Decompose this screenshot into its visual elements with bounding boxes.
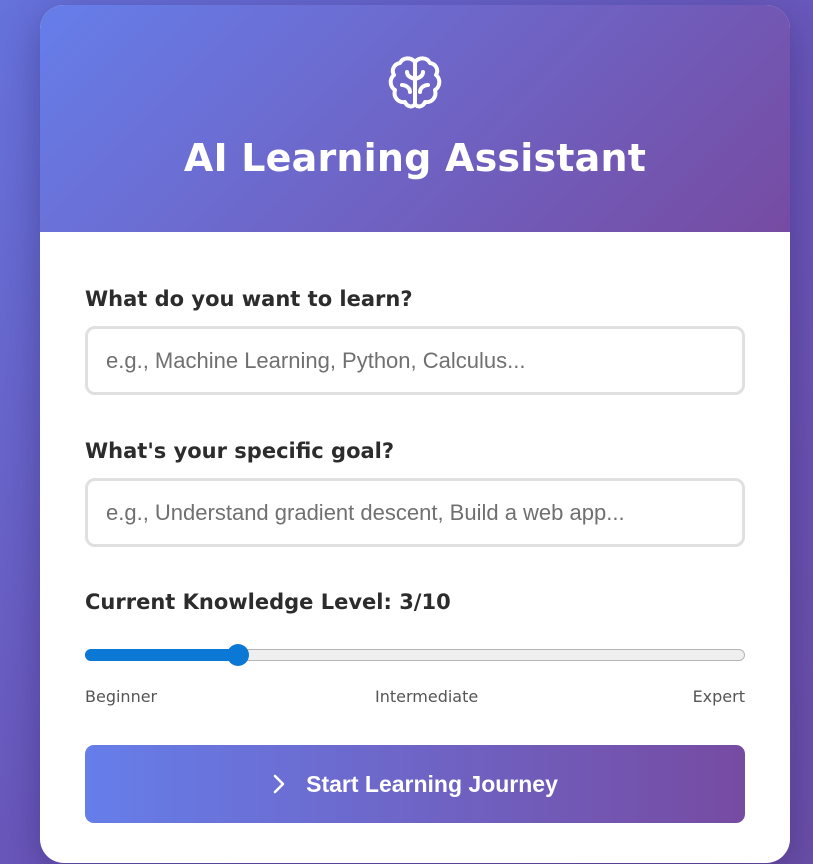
brain-icon xyxy=(385,52,445,112)
scale-label-expert: Expert xyxy=(692,687,745,706)
goal-input[interactable] xyxy=(85,478,745,547)
slider-thumb[interactable] xyxy=(226,644,249,666)
card-header: AI Learning Assistant xyxy=(40,5,790,232)
scale-label-intermediate: Intermediate xyxy=(375,687,479,706)
knowledge-level-slider[interactable] xyxy=(85,649,745,661)
topic-input[interactable] xyxy=(85,326,745,395)
scale-label-beginner: Beginner xyxy=(85,687,158,706)
slider-fill xyxy=(85,649,239,661)
app-title: AI Learning Assistant xyxy=(183,136,647,180)
learning-card: AI Learning Assistant What do you want t… xyxy=(40,5,790,863)
topic-label: What do you want to learn? xyxy=(85,287,413,311)
goal-label: What's your specific goal? xyxy=(85,439,395,463)
start-learning-button[interactable]: Start Learning Journey xyxy=(85,745,745,823)
start-learning-label: Start Learning Journey xyxy=(306,770,558,797)
knowledge-level-label: Current Knowledge Level: 3/10 xyxy=(85,590,451,614)
chevron-right-icon xyxy=(272,773,286,795)
